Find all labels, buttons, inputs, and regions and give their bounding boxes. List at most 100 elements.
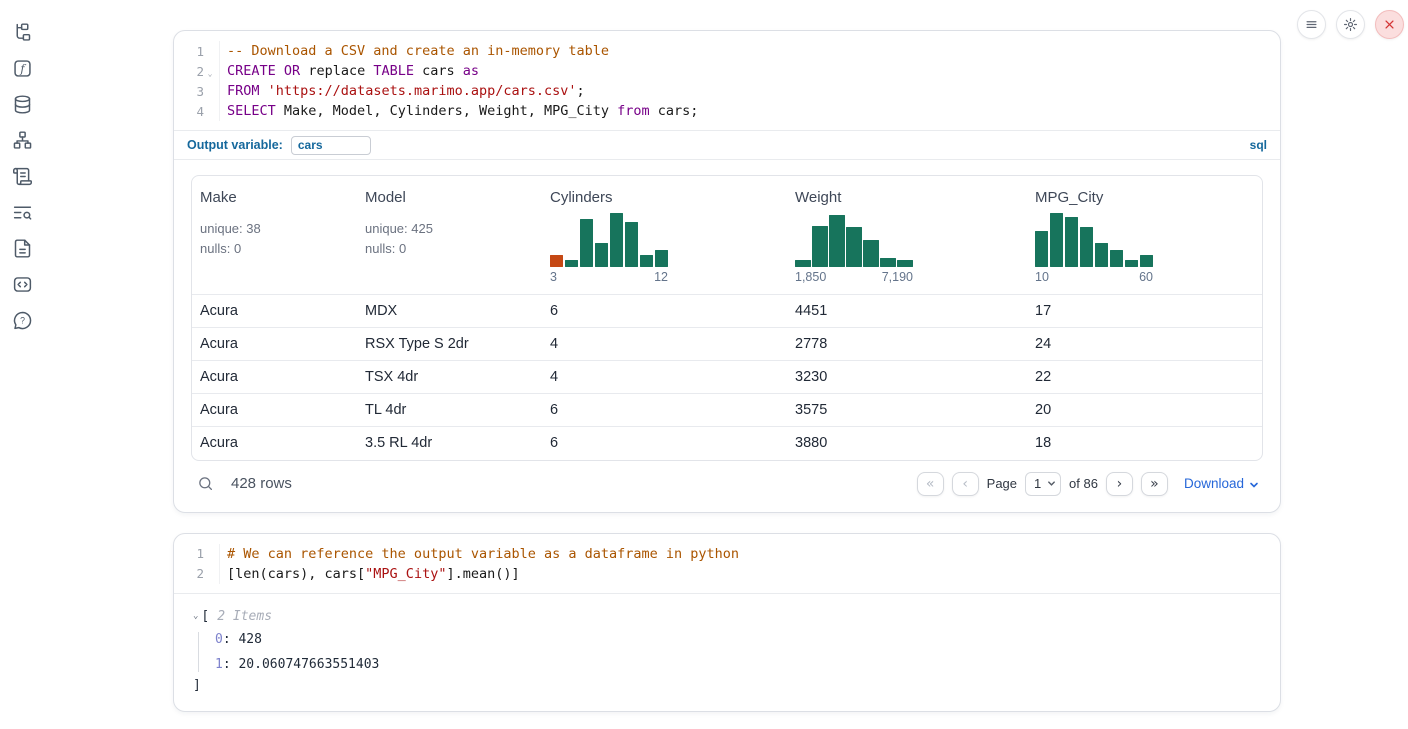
first-page-button[interactable]: «: [917, 472, 944, 496]
table-cell: 17: [1027, 295, 1262, 328]
column-header-weight[interactable]: Weight 1,8507,190: [787, 176, 1027, 295]
table-cell: 3230: [787, 361, 1027, 394]
page-label: Page: [987, 476, 1017, 491]
histogram-bar: [1140, 255, 1153, 267]
data-table: Make unique: 38nulls: 0 Model unique: 425nu…: [191, 175, 1263, 461]
marimo-notebook: f ?: [0, 0, 1408, 729]
table-row[interactable]: AcuraMDX6445117: [192, 295, 1262, 328]
table-cell: 3.5 RL 4dr: [357, 427, 542, 460]
table-row[interactable]: AcuraRSX Type S 2dr4277824: [192, 328, 1262, 361]
histogram-bar: [880, 258, 896, 267]
line-number: 2: [174, 64, 204, 79]
column-label: Make: [200, 189, 349, 206]
code-line[interactable]: 1-- Download a CSV and create an in-memo…: [174, 41, 1280, 61]
code-line[interactable]: 2⌄CREATE OR replace TABLE cars as: [174, 61, 1280, 81]
table-cell: 6: [542, 394, 787, 427]
table-cell: Acura: [192, 361, 357, 394]
items-count-label: 2 Items: [217, 609, 272, 624]
output-variable-input[interactable]: [291, 136, 371, 155]
data-sources-icon[interactable]: [11, 93, 33, 115]
table-row[interactable]: AcuraTSX 4dr4323022: [192, 361, 1262, 394]
menu-icon: [1304, 17, 1319, 32]
table-cell: 22: [1027, 361, 1262, 394]
line-number: 2: [174, 566, 204, 581]
table-header-row: Make unique: 38nulls: 0 Model unique: 425nu…: [192, 176, 1262, 295]
notebook-area: 1-- Download a CSV and create an in-memo…: [173, 0, 1281, 712]
file-explorer-icon[interactable]: [11, 21, 33, 43]
fold-slot: [204, 49, 216, 53]
code-text: [len(cars), cars["MPG_City"].mean()]: [219, 564, 520, 584]
line-number: 1: [174, 44, 204, 59]
column-label: Weight: [795, 189, 1019, 206]
python-code-editor[interactable]: 1# We can reference the output variable …: [174, 534, 1280, 593]
functions-icon[interactable]: f: [11, 57, 33, 79]
item-index: 1: [215, 657, 223, 672]
code-line[interactable]: 4 SELECT Make, Model, Cylinders, Weight, …: [174, 101, 1280, 121]
help-icon[interactable]: ?: [11, 309, 33, 331]
column-header-cylinders[interactable]: Cylinders312: [542, 176, 787, 295]
table-cell: 6: [542, 427, 787, 460]
table-cell: RSX Type S 2dr: [357, 328, 542, 361]
table-cell: 24: [1027, 328, 1262, 361]
list-item: 1: 20.060747663551403: [215, 657, 1263, 672]
column-label: Model: [365, 189, 534, 206]
page-select[interactable]: 1: [1025, 472, 1061, 496]
next-page-button[interactable]: ›: [1106, 472, 1133, 496]
fold-chevron-icon[interactable]: ⌄: [204, 65, 216, 78]
last-page-button[interactable]: »: [1141, 472, 1168, 496]
column-header-make[interactable]: Make unique: 38nulls: 0: [192, 176, 357, 295]
menu-button[interactable]: [1297, 10, 1326, 39]
close-bracket: ]: [193, 678, 1263, 693]
code-line[interactable]: 2 [len(cars), cars["MPG_City"].mean()]: [174, 564, 1280, 584]
table-cell: 4: [542, 328, 787, 361]
column-stats: unique: 425nulls: 0: [365, 219, 534, 258]
snippets-icon[interactable]: [11, 273, 33, 295]
first-page-icon: «: [926, 477, 935, 491]
table-cell: TSX 4dr: [357, 361, 542, 394]
code-text: SELECT Make, Model, Cylinders, Weight, M…: [219, 101, 698, 121]
scratchpad-icon[interactable]: [11, 165, 33, 187]
histogram-bar: [812, 226, 828, 267]
histogram-axis: 312: [550, 270, 668, 284]
pagination: « ‹ Page 1 of 86 › »: [917, 472, 1168, 496]
table-cell: 3880: [787, 427, 1027, 460]
column-header-model[interactable]: Model unique: 425nulls: 0: [357, 176, 542, 295]
histogram-bar: [1110, 250, 1123, 267]
language-selector[interactable]: sql: [1250, 138, 1267, 152]
table-cell: 3575: [787, 394, 1027, 427]
table-cell: 2778: [787, 328, 1027, 361]
close-button[interactable]: [1375, 10, 1404, 39]
download-button[interactable]: Download: [1184, 476, 1259, 491]
column-header-mpg_city[interactable]: MPG_City 1060: [1027, 176, 1262, 295]
search-icon[interactable]: [197, 475, 214, 492]
documentation-icon[interactable]: [11, 237, 33, 259]
histogram-axis: 1,8507,190: [795, 270, 913, 284]
column-label: MPG_City: [1035, 189, 1254, 206]
logs-icon[interactable]: [11, 201, 33, 223]
histogram-bar: [565, 260, 578, 267]
code-line[interactable]: 1# We can reference the output variable …: [174, 544, 1280, 564]
table-row[interactable]: Acura3.5 RL 4dr6388018: [192, 427, 1262, 460]
table-footer: 428 rows « ‹ Page 1 of 86 › »: [191, 472, 1263, 496]
sql-code-editor[interactable]: 1-- Download a CSV and create an in-memo…: [174, 31, 1280, 130]
histogram-bar: [1080, 227, 1093, 267]
column-stats: unique: 38nulls: 0: [200, 219, 349, 258]
histogram-bar: [1125, 260, 1138, 267]
line-number: 4: [174, 104, 204, 119]
code-line[interactable]: 3 FROM 'https://datasets.marimo.app/cars.…: [174, 81, 1280, 101]
prev-page-button[interactable]: ‹: [952, 472, 979, 496]
histogram-bar: [1050, 213, 1063, 267]
line-number: 3: [174, 84, 204, 99]
histogram-axis: 1060: [1035, 270, 1153, 284]
fold-slot: [204, 109, 216, 113]
last-page-icon: »: [1150, 477, 1159, 491]
collapse-icon[interactable]: ⌄: [193, 611, 198, 621]
histogram-bar: [655, 250, 668, 267]
table-cell: 4451: [787, 295, 1027, 328]
table-row[interactable]: AcuraTL 4dr6357520: [192, 394, 1262, 427]
settings-button[interactable]: [1336, 10, 1365, 39]
dependency-graph-icon[interactable]: [11, 129, 33, 151]
code-text: FROM 'https://datasets.marimo.app/cars.c…: [219, 81, 585, 101]
fold-slot: [204, 552, 216, 556]
code-text: CREATE OR replace TABLE cars as: [219, 61, 479, 81]
